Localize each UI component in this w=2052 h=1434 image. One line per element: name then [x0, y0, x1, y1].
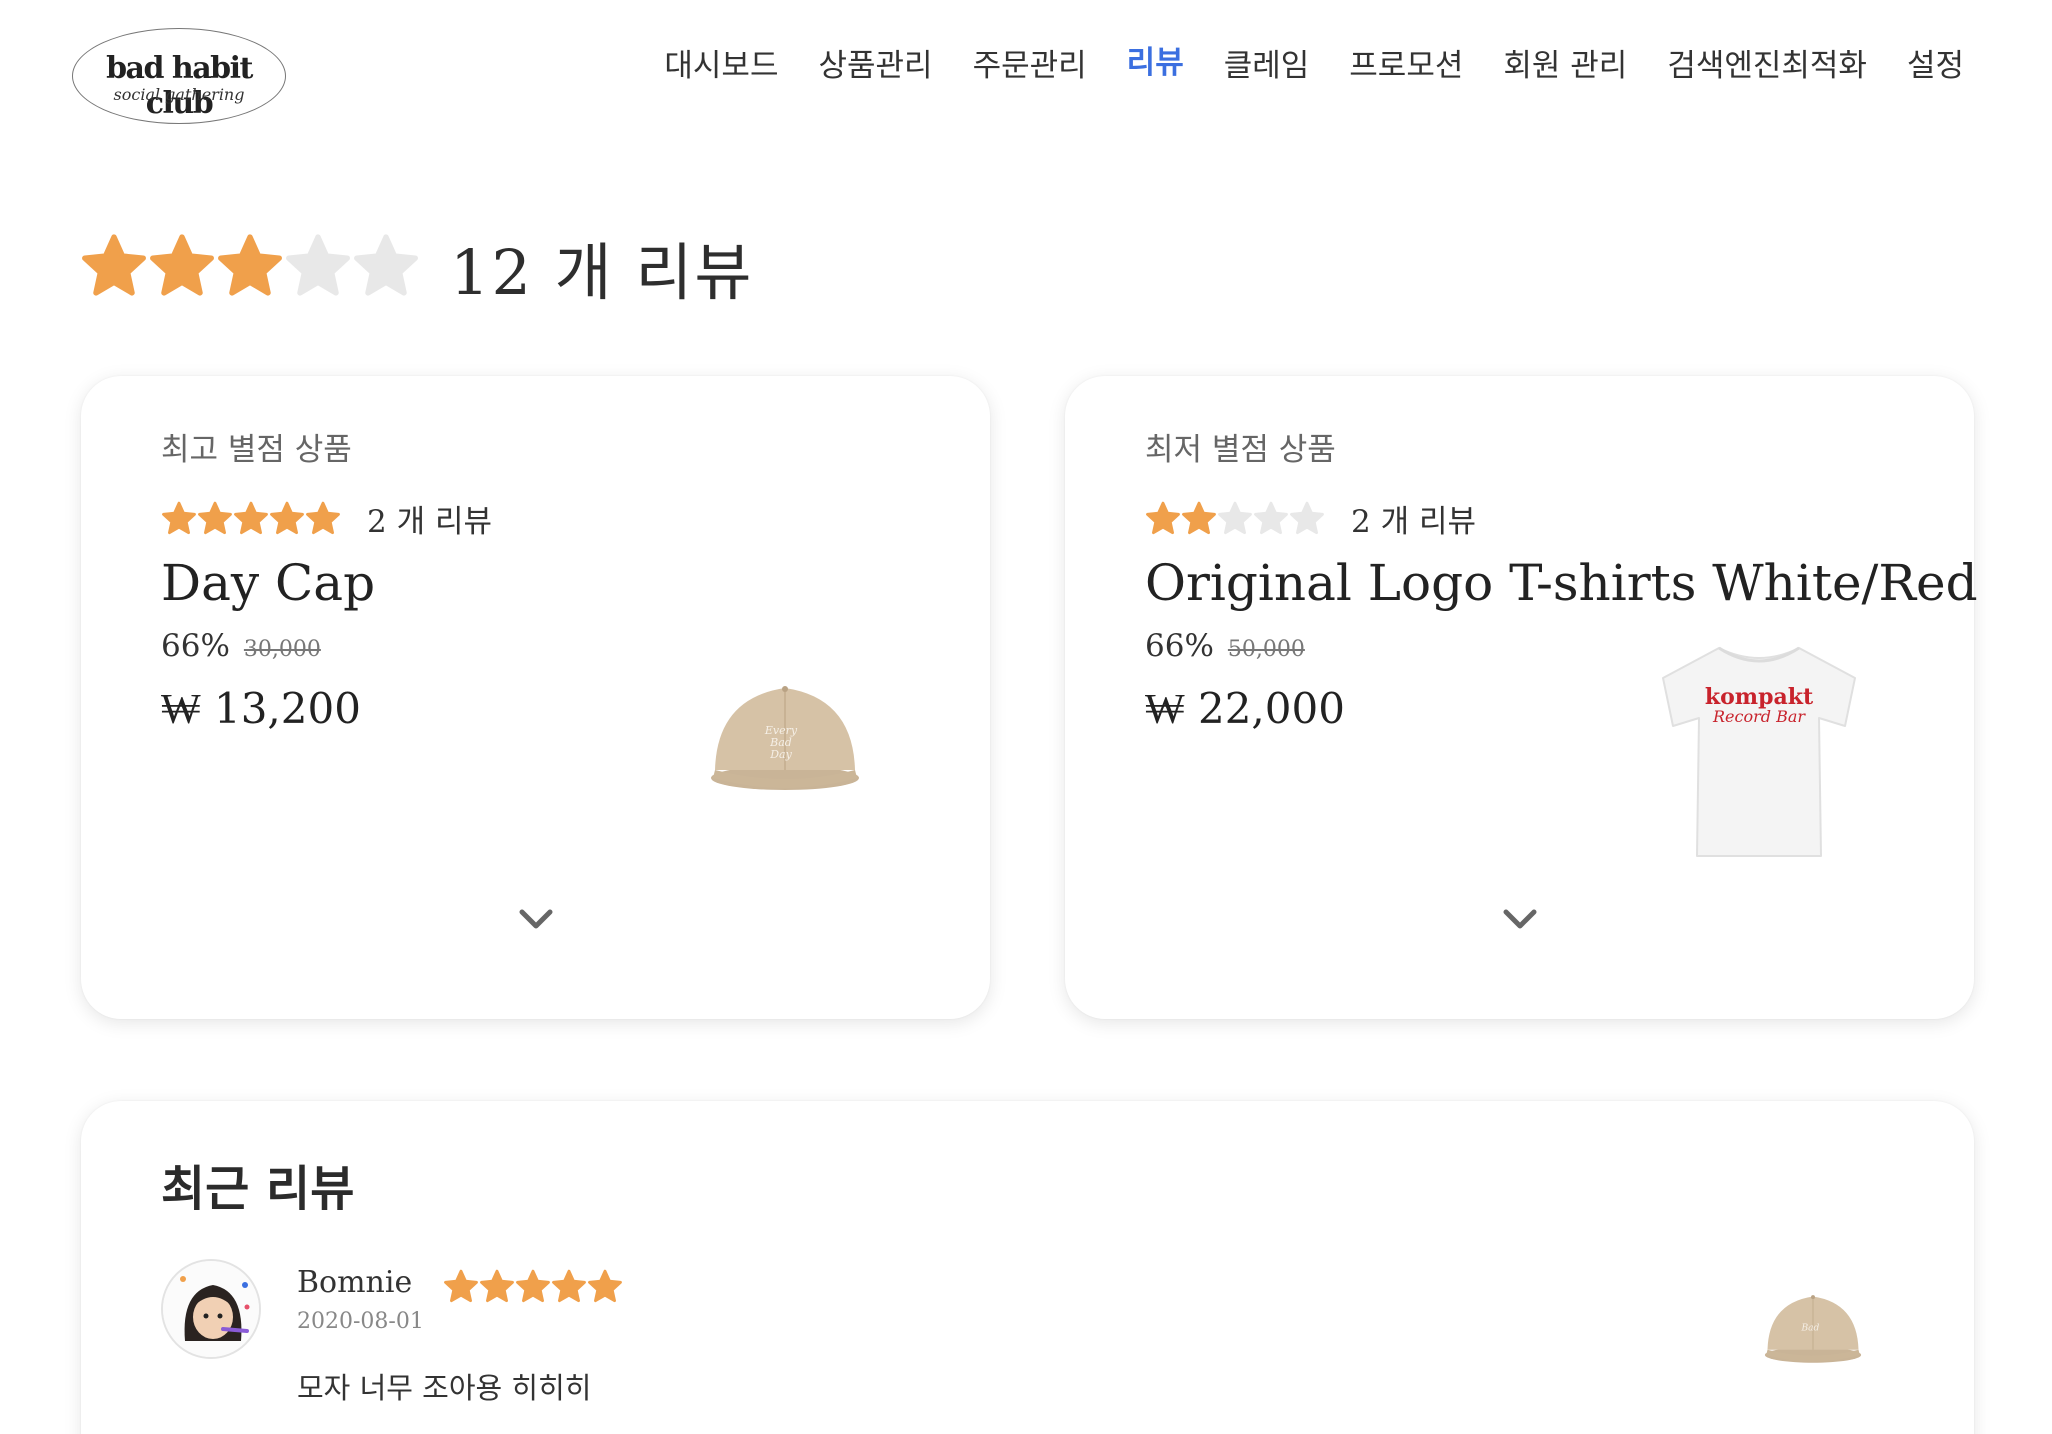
- star-filled-icon: [1146, 501, 1180, 534]
- summary-review-count: 12 개 리뷰: [450, 236, 754, 309]
- product-price: ₩ 22,000: [1145, 684, 1345, 733]
- chevron-down-icon[interactable]: [1502, 908, 1538, 930]
- discount-rate: 66%: [161, 628, 230, 664]
- product-discount: 66% 50,000: [1145, 628, 1305, 664]
- lowest-rated-product-card: 최저 별점 상품 2 개 리뷰 Original Logo T-shirts W…: [1065, 376, 1978, 1019]
- shirt-print-subtext: Record Bar: [1712, 707, 1806, 726]
- nav-item-settings[interactable]: 설정: [1907, 40, 1964, 85]
- star-empty-icon: [1254, 501, 1288, 534]
- star-filled-icon: [270, 501, 304, 534]
- rating-stars: [1145, 501, 1325, 537]
- star-empty-icon: [1218, 501, 1252, 534]
- summary-rating-stars: [80, 233, 420, 301]
- star-filled-icon: [306, 501, 340, 534]
- star-empty-icon: [286, 234, 350, 296]
- rating-summary: 12 개 리뷰: [80, 222, 753, 312]
- recent-reviews-card: 최근 리뷰 Bomnie 2020-08-01 모자 너무 조아용 히히히 Ba…: [81, 1101, 1974, 1434]
- review-rating-stars: [443, 1269, 623, 1305]
- original-price: 50,000: [1227, 637, 1305, 662]
- star-filled-icon: [588, 1269, 622, 1303]
- star-filled-icon: [234, 501, 268, 534]
- card-label: 최저 별점 상품: [1145, 432, 1336, 468]
- nav-item-promotions[interactable]: 프로모션: [1349, 40, 1463, 85]
- star-empty-icon: [354, 234, 418, 296]
- product-review-count: 2 개 리뷰: [367, 504, 492, 540]
- cap-image[interactable]: Bad: [1761, 1283, 1865, 1371]
- product-name[interactable]: Original Logo T-shirts White/Red: [1145, 554, 1978, 612]
- nav-item-claims[interactable]: 클레임: [1224, 40, 1310, 85]
- nav-item-products[interactable]: 상품관리: [818, 40, 932, 85]
- nav-item-members[interactable]: 회원 관리: [1503, 40, 1627, 85]
- original-price: 30,000: [243, 637, 321, 662]
- star-filled-icon: [218, 234, 282, 296]
- tshirt-image: kompakt Record Bar: [1662, 646, 1856, 857]
- brand-tagline: social gathering: [113, 85, 245, 104]
- star-filled-icon: [480, 1269, 514, 1303]
- product-rating: 2 개 리뷰: [1145, 496, 1476, 541]
- star-filled-icon: [150, 234, 214, 296]
- card-label: 최고 별점 상품: [161, 432, 352, 468]
- review-text: 모자 너무 조아용 히히히: [297, 1371, 592, 1405]
- cap-image: Every Bad Day: [711, 686, 859, 790]
- recent-reviews-title: 최근 리뷰: [161, 1161, 355, 1217]
- star-empty-icon: [1290, 501, 1324, 534]
- product-discount: 66% 30,000: [161, 628, 321, 664]
- rating-stars: [161, 501, 341, 537]
- svg-text:Day: Day: [769, 748, 792, 761]
- star-filled-icon: [198, 501, 232, 534]
- avatar-image: [163, 1261, 259, 1357]
- avatar[interactable]: [161, 1259, 261, 1359]
- star-filled-icon: [82, 234, 146, 296]
- review-dashboard-page: bad habit club social gathering 대시보드 상품관…: [0, 0, 2052, 1434]
- nav-item-reviews[interactable]: 리뷰: [1127, 37, 1184, 82]
- star-filled-icon: [1182, 501, 1216, 534]
- best-rated-product-card: 최고 별점 상품 2 개 리뷰 Day Cap 66% 30,000 ₩ 13,2…: [81, 376, 990, 1019]
- product-review-count: 2 개 리뷰: [1351, 504, 1476, 540]
- star-filled-icon: [444, 1269, 478, 1303]
- product-price: ₩ 13,200: [161, 684, 361, 733]
- star-filled-icon: [162, 501, 196, 534]
- main-nav: 대시보드 상품관리 주문관리 리뷰 클레임 프로모션 회원 관리 검색엔진최적화…: [664, 40, 1964, 85]
- reviewer-name[interactable]: Bomnie: [297, 1265, 412, 1300]
- product-name[interactable]: Day Cap: [161, 554, 375, 612]
- product-rating: 2 개 리뷰: [161, 496, 492, 541]
- nav-item-orders[interactable]: 주문관리: [973, 40, 1087, 85]
- discount-rate: 66%: [1145, 628, 1214, 664]
- chevron-down-icon[interactable]: [518, 908, 554, 930]
- star-filled-icon: [516, 1269, 550, 1303]
- nav-item-dashboard[interactable]: 대시보드: [664, 40, 778, 85]
- review-date: 2020-08-01: [297, 1309, 424, 1334]
- brand-logo[interactable]: bad habit club social gathering: [72, 28, 286, 124]
- svg-text:Bad: Bad: [1800, 1323, 1819, 1333]
- nav-item-seo[interactable]: 검색엔진최적화: [1667, 40, 1867, 85]
- star-filled-icon: [552, 1269, 586, 1303]
